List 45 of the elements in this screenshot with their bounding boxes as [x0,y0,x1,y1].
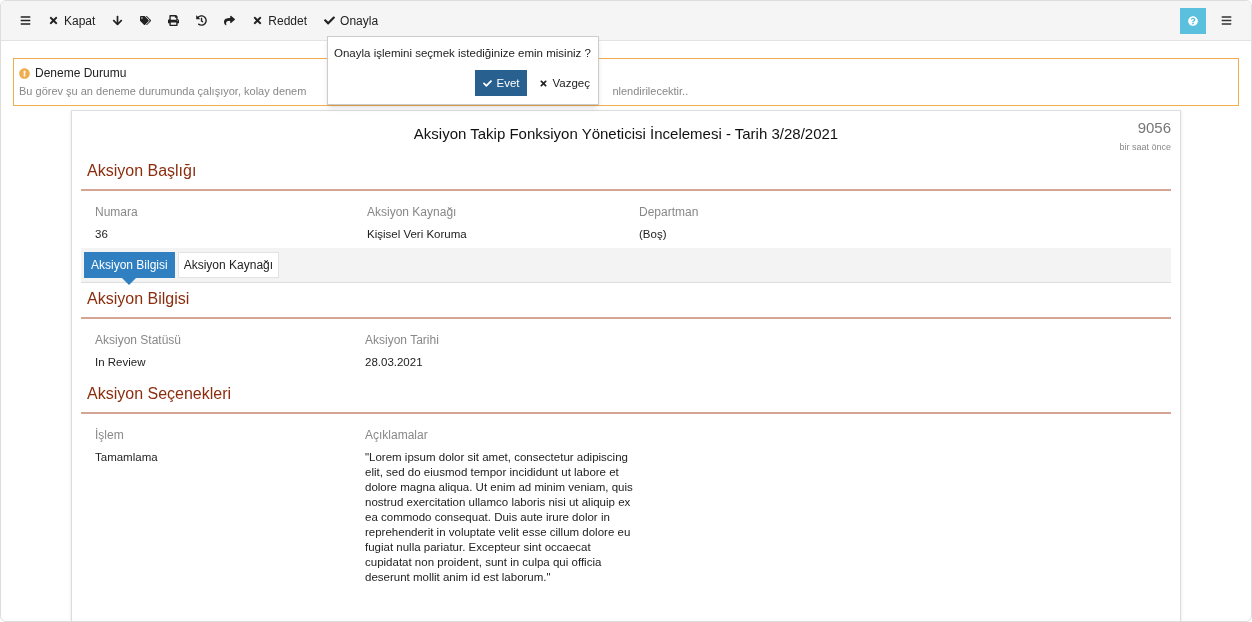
field-value: (Boş) [639,226,668,242]
confirm-button[interactable]: Evet [475,70,528,97]
warning-icon [19,67,30,79]
menu-icon [20,15,31,26]
forward-arrow-icon [224,15,236,26]
field-value: Kişisel Veri Koruma [367,226,468,242]
timestamp: bir saat önce [1119,141,1171,154]
field-label: Aksiyon Statüsü [95,331,183,349]
field-label: Numara [95,203,139,221]
section-title: Aksiyon Bilgisi [81,286,1171,319]
alert-text: Bu görev şu an deneme durumunda çalışıyor, kolay denem [19,84,307,99]
field-value: 36 [95,226,109,242]
close-button[interactable]: Kapat [41,6,103,35]
reject-button[interactable]: Reddet [245,6,315,35]
tags-icon [140,15,152,26]
field-label: Aksiyon Tarihi [365,331,440,349]
field-value: Tamamlama [95,449,159,465]
tab[interactable]: Aksiyon Kaynağı [177,251,280,278]
print-icon [168,15,180,26]
confirm-message: Onayla işlemini seçmek istediğinize emin misiniz ? [334,46,592,61]
field-label: İşlem [95,426,125,444]
alert-title: Deneme Durumu [35,65,127,82]
check-icon [483,78,493,88]
field-label: Açıklamalar [365,426,429,444]
cancel-button[interactable]: Vazgeç [537,70,592,97]
help-icon [1188,15,1198,26]
alert-text: nlendirilecektir.. [612,84,689,99]
field-value: "Lorem ipsum dolor sit amet, consectetur adipiscing elit, sed do eiusmod tempor incididunt ut labore et dolore magna aliqua. Ut enim ad minim veniam, quis nostrud exercitation ullamco laboris nisi ut aliquip ex ea commodo consequat. Duis aute irure dolor in reprehenderit in voluptate velit esse cillum dolore eu fugiat nulla pariatur. Excepteur sint occaecat cupidatat non proident, sunt in culpa qui officia deserunt mollit anim id est laborum." [365,449,633,585]
close-icon [252,15,264,26]
document-title: Aksiyon Takip Fonksiyon Yöneticisi İncelemesi - Tarih 3/28/2021 [412,123,840,144]
section-title: Aksiyon Seçenekleri [81,381,1171,414]
arrow-down-icon [112,15,124,26]
close-icon [539,78,549,88]
document-number: 9056 [1137,117,1171,138]
tab-pointer [122,277,137,285]
section-title: Aksiyon Başlığı [81,158,1171,191]
field-value: In Review [95,354,147,370]
menu-icon [1220,15,1232,26]
field-label: Aksiyon Kaynağı [367,203,458,221]
approve-button[interactable]: Onayla [317,6,386,35]
check-icon [324,15,336,26]
field-value: 28.03.2021 [365,354,424,370]
history-icon [196,15,208,26]
field-label: Departman [639,203,700,221]
close-icon [48,15,59,26]
